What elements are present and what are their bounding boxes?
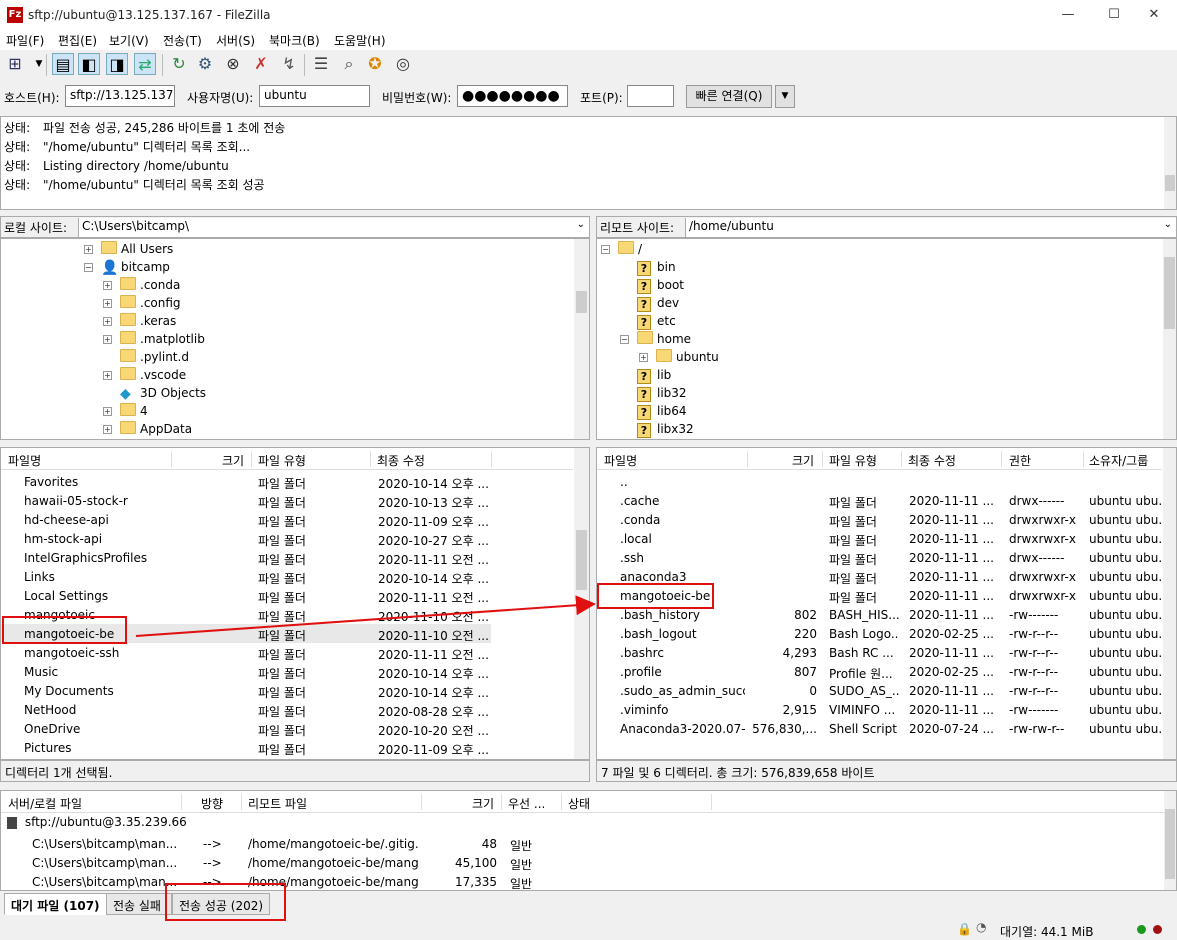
- annotation-arrow: [135, 595, 596, 637]
